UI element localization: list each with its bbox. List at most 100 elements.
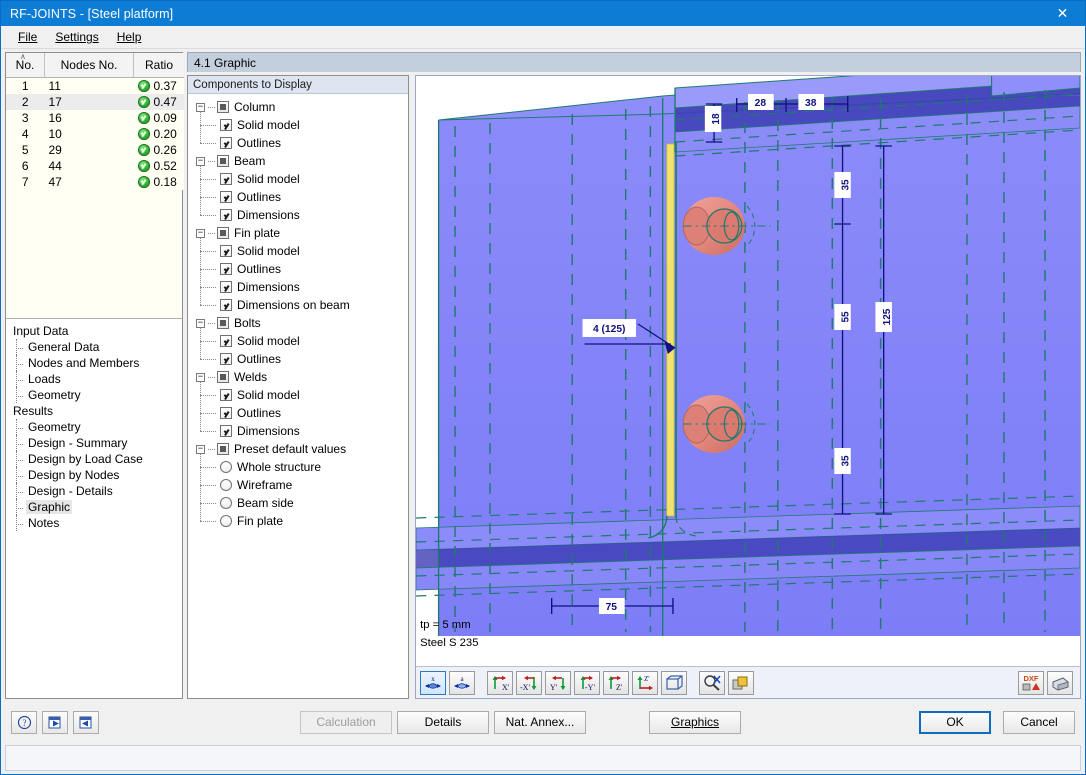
preset-fin-plate[interactable]: Fin plate	[200, 512, 408, 530]
checkbox[interactable]	[220, 191, 232, 203]
table-row[interactable]: 5 29 0.26	[6, 142, 184, 158]
preset-whole-structure[interactable]: Whole structure	[200, 458, 408, 476]
view-x-iso-icon[interactable]: x	[420, 670, 446, 695]
nav-item-loads[interactable]: Loads	[12, 370, 182, 387]
nav-item-design-by-nodes[interactable]: Design by Nodes	[12, 466, 182, 483]
view-3d-box-icon[interactable]	[661, 670, 687, 695]
export-button[interactable]	[73, 710, 99, 734]
tristate-checkbox[interactable]	[217, 443, 229, 455]
collapse-icon[interactable]: −	[196, 318, 205, 328]
graphics-button[interactable]: Graphics	[649, 710, 741, 734]
component-item-column-outlines[interactable]: Outlines	[200, 134, 408, 152]
checkbox[interactable]	[220, 281, 232, 293]
view-z-axonometric-icon[interactable]: Z'	[632, 670, 658, 695]
collapse-icon[interactable]: −	[196, 228, 205, 238]
view-x-negative-icon[interactable]: -X'	[516, 670, 542, 695]
tristate-checkbox[interactable]	[217, 317, 229, 329]
radio-button[interactable]	[220, 515, 232, 527]
view-y-negative-icon[interactable]: -Y'	[574, 670, 600, 695]
ok-button[interactable]: OK	[919, 710, 991, 734]
collapse-icon[interactable]: −	[196, 444, 205, 454]
nav-item-design-details[interactable]: Design - Details	[12, 482, 182, 499]
menu-item-help[interactable]: Help	[108, 28, 151, 46]
component-group-row[interactable]: − Preset default values	[196, 440, 408, 458]
nav-item-general-data[interactable]: General Data	[12, 338, 182, 355]
zoom-reset-icon[interactable]	[699, 670, 725, 695]
component-item-fin-plate-dimensions-on-beam[interactable]: Dimensions on beam	[200, 296, 408, 314]
table-row[interactable]: 4 10 0.20	[6, 126, 184, 142]
help-button[interactable]: ?	[11, 710, 37, 734]
close-icon[interactable]: ✕	[1040, 1, 1085, 26]
nat-annex-button[interactable]: Nat. Annex...	[494, 710, 586, 734]
3d-canvas[interactable]: 18 28 38 35 55 35 125 75 4 (125) tp = 5 …	[416, 76, 1080, 666]
render-mode-icon[interactable]	[728, 670, 754, 695]
component-item-bolts-outlines[interactable]: Outlines	[200, 350, 408, 368]
component-group-row[interactable]: − Fin plate	[196, 224, 408, 242]
tristate-checkbox[interactable]	[217, 155, 229, 167]
component-item-column-solid-model[interactable]: Solid model	[200, 116, 408, 134]
menu-item-file[interactable]: File	[9, 28, 46, 46]
view-z-positive-icon[interactable]: Z'	[603, 670, 629, 695]
collapse-icon[interactable]: −	[196, 156, 205, 166]
nav-item-nodes-and-members[interactable]: Nodes and Members	[12, 354, 182, 371]
column-header-no[interactable]: ∧ No.	[6, 53, 45, 78]
table-row[interactable]: 2 17 0.47	[6, 94, 184, 110]
checkbox[interactable]	[220, 425, 232, 437]
cancel-button[interactable]: Cancel	[1003, 710, 1075, 734]
nav-item-design-by-load-case[interactable]: Design by Load Case	[12, 450, 182, 467]
view-y-positive-icon[interactable]: Y'	[545, 670, 571, 695]
tristate-checkbox[interactable]	[217, 371, 229, 383]
nav-item-design-summary[interactable]: Design - Summary	[12, 434, 182, 451]
component-group-row[interactable]: − Column	[196, 98, 408, 116]
print-graphic-icon[interactable]	[1047, 670, 1073, 695]
checkbox[interactable]	[220, 335, 232, 347]
details-button[interactable]: Details	[397, 710, 489, 734]
dxf-export-icon[interactable]: DXF	[1018, 670, 1044, 695]
checkbox[interactable]	[220, 299, 232, 311]
column-header-nodes[interactable]: Nodes No.	[44, 53, 134, 78]
collapse-icon[interactable]: −	[196, 102, 205, 112]
table-row[interactable]: 6 44 0.52	[6, 158, 184, 174]
nav-item-geometry-results[interactable]: Geometry	[12, 418, 182, 435]
component-item-fin-plate-outlines[interactable]: Outlines	[200, 260, 408, 278]
component-item-beam-dimensions[interactable]: Dimensions	[200, 206, 408, 224]
component-item-fin-plate-dimensions[interactable]: Dimensions	[200, 278, 408, 296]
component-item-bolts-solid-model[interactable]: Solid model	[200, 332, 408, 350]
component-group-row[interactable]: − Welds	[196, 368, 408, 386]
collapse-icon[interactable]: −	[196, 372, 205, 382]
component-item-beam-solid-model[interactable]: Solid model	[200, 170, 408, 188]
checkbox[interactable]	[220, 245, 232, 257]
tristate-checkbox[interactable]	[217, 101, 229, 113]
component-group-row[interactable]: − Bolts	[196, 314, 408, 332]
menu-item-settings[interactable]: Settings	[46, 28, 107, 46]
component-item-beam-outlines[interactable]: Outlines	[200, 188, 408, 206]
checkbox[interactable]	[220, 137, 232, 149]
column-header-ratio[interactable]: Ratio	[133, 53, 184, 78]
component-item-welds-outlines[interactable]: Outlines	[200, 404, 408, 422]
calculation-button[interactable]: Calculation	[300, 710, 392, 734]
table-row[interactable]: 1 11 0.37	[6, 77, 184, 94]
component-item-fin-plate-solid-model[interactable]: Solid model	[200, 242, 408, 260]
checkbox[interactable]	[220, 263, 232, 275]
nav-item-geometry-input[interactable]: Geometry	[12, 386, 182, 403]
checkbox[interactable]	[220, 119, 232, 131]
checkbox[interactable]	[220, 353, 232, 365]
component-item-welds-solid-model[interactable]: Solid model	[200, 386, 408, 404]
table-row[interactable]: 7 47 0.18	[6, 174, 184, 190]
component-group-row[interactable]: − Beam	[196, 152, 408, 170]
nav-item-notes[interactable]: Notes	[12, 514, 182, 531]
checkbox[interactable]	[220, 173, 232, 185]
radio-button[interactable]	[220, 497, 232, 509]
preset-wireframe[interactable]: Wireframe	[200, 476, 408, 494]
radio-button[interactable]	[220, 461, 232, 473]
component-item-welds-dimensions[interactable]: Dimensions	[200, 422, 408, 440]
checkbox[interactable]	[220, 407, 232, 419]
view-x-positive-icon[interactable]: X'	[487, 670, 513, 695]
table-row[interactable]: 3 16 0.09	[6, 110, 184, 126]
import-button[interactable]	[42, 710, 68, 734]
nav-item-graphic[interactable]: Graphic	[12, 498, 182, 515]
preset-beam-side[interactable]: Beam side	[200, 494, 408, 512]
checkbox[interactable]	[220, 389, 232, 401]
checkbox[interactable]	[220, 209, 232, 221]
view-a-axis-icon[interactable]: a	[449, 670, 475, 695]
